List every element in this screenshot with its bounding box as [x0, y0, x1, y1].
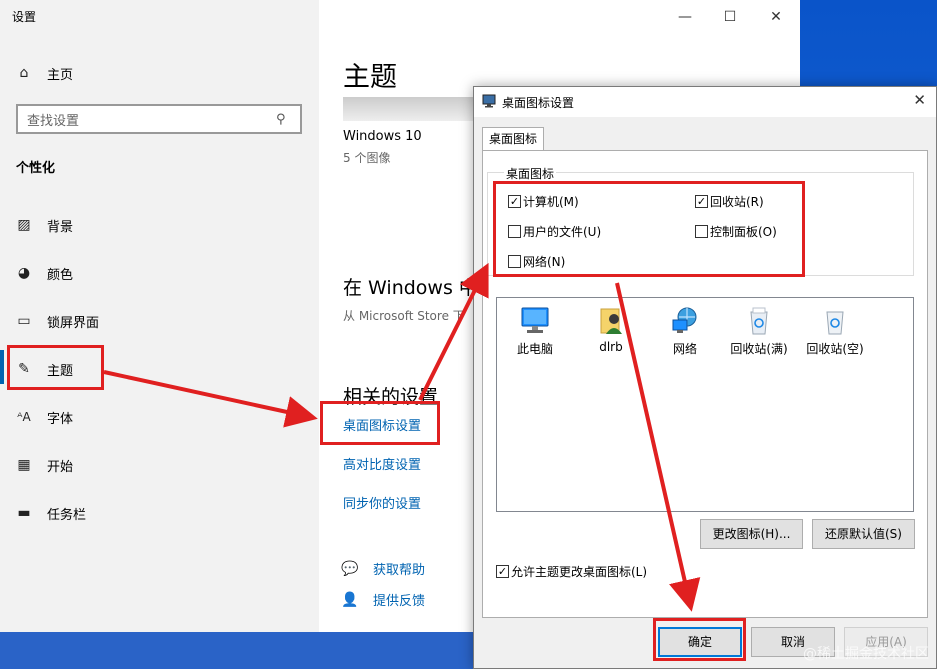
settings-window-title: 设置 — [12, 10, 37, 24]
search-settings-input[interactable]: 查找设置 ⚲ — [16, 104, 302, 134]
nav-fonts[interactable]: ᴬA 字体 — [0, 393, 319, 441]
highlight-themes-nav — [7, 345, 104, 390]
minimize-button[interactable]: — — [671, 6, 699, 28]
theme-image-count: 5 个图像 — [343, 151, 391, 165]
nav-taskbar[interactable]: ▬ 任务栏 — [0, 489, 319, 537]
nav-lockscreen-label: 锁屏界面 — [47, 315, 100, 331]
tab-desktop-icons[interactable]: 桌面图标 — [482, 127, 545, 151]
feedback-person-icon: 👤 — [341, 591, 359, 608]
icon-label: 回收站(满) — [730, 342, 788, 356]
icon-label: 回收站(空) — [806, 342, 864, 356]
network-globe-icon — [672, 307, 697, 333]
store-hint: 从 Microsoft Store 下 — [343, 309, 465, 323]
recycle-bin-empty-icon — [826, 311, 844, 335]
picture-icon: ▨ — [17, 217, 31, 233]
home-icon: ⌂ — [19, 65, 29, 81]
nav-background-label: 背景 — [47, 219, 74, 235]
get-help-row[interactable]: 💬 获取帮助 — [341, 559, 426, 579]
nav-background[interactable]: ▨ 背景 — [0, 201, 319, 249]
lockscreen-icon: ▭ — [17, 313, 31, 329]
nav-taskbar-label: 任务栏 — [47, 507, 87, 523]
icon-list[interactable]: 此电脑 dlrb 网络 回收站(满) 回收站(空) — [496, 297, 914, 512]
close-button[interactable]: ✕ — [762, 6, 790, 28]
nav-colors[interactable]: ◕ 颜色 — [0, 249, 319, 297]
nav-start[interactable]: ▦ 开始 — [0, 441, 319, 489]
high-contrast-link[interactable]: 高对比度设置 — [343, 454, 421, 473]
page-title: 主题 — [343, 62, 397, 93]
dialog-titlebar: 桌面图标设置 ✕ — [474, 87, 936, 117]
this-pc-icon — [521, 307, 549, 333]
icon-label: 网络 — [672, 342, 697, 356]
dialog-close-button[interactable]: ✕ — [913, 91, 926, 109]
palette-icon: ◕ — [17, 265, 31, 281]
nav-home-label: 主页 — [47, 67, 74, 83]
highlight-desktop-icon-link — [320, 401, 440, 445]
user-folder-icon — [600, 308, 622, 334]
nav-home[interactable]: ⌂ 主页 — [0, 49, 319, 97]
settings-sidebar: 设置 ⌂ 主页 查找设置 ⚲ 个性化 ▨ 背景 ◕ 颜色 ▭ 锁屏界面 ✎ 主题… — [0, 0, 319, 632]
watermark: @稀土掘金技术社区 — [803, 646, 929, 662]
nav-colors-label: 颜色 — [47, 267, 74, 283]
nav-fonts-label: 字体 — [47, 411, 74, 427]
allow-themes-checkbox[interactable]: ✓ 允许主题更改桌面图标(L) — [496, 563, 647, 580]
change-icon-button[interactable]: 更改图标(H)... — [700, 519, 803, 549]
font-icon: ᴬA — [17, 410, 31, 424]
section-personalization: 个性化 — [16, 161, 56, 176]
icon-network[interactable]: 网络 — [653, 306, 717, 357]
highlight-checkboxes — [493, 181, 805, 277]
theme-name: Windows 10 — [343, 129, 422, 144]
help-chat-icon: 💬 — [341, 560, 359, 577]
icon-recycle-bin-full[interactable]: 回收站(满) — [727, 306, 791, 357]
icon-this-pc[interactable]: 此电脑 — [503, 306, 567, 357]
get-help-link: 获取帮助 — [373, 563, 426, 578]
start-grid-icon: ▦ — [17, 457, 31, 473]
nav-start-label: 开始 — [47, 459, 74, 475]
nav-lockscreen[interactable]: ▭ 锁屏界面 — [0, 297, 319, 345]
icon-label: dlrb — [599, 340, 623, 354]
maximize-button[interactable]: ☐ — [716, 6, 744, 28]
search-placeholder: 查找设置 — [27, 113, 80, 129]
recycle-bin-full-icon — [750, 307, 768, 335]
dialog-title: 桌面图标设置 — [502, 96, 575, 110]
group-label: 桌面图标 — [504, 165, 557, 182]
icon-recycle-bin-empty[interactable]: 回收站(空) — [803, 306, 867, 357]
feedback-row[interactable]: 👤 提供反馈 — [341, 590, 426, 610]
highlight-ok-button — [653, 618, 746, 661]
sync-settings-link[interactable]: 同步你的设置 — [343, 493, 421, 512]
search-icon: ⚲ — [276, 111, 286, 127]
get-theme-heading: 在 Windows 中 — [343, 277, 478, 299]
icon-label: 此电脑 — [516, 342, 553, 356]
restore-default-button[interactable]: 还原默认值(S) — [812, 519, 915, 549]
feedback-link: 提供反馈 — [373, 594, 426, 609]
checkbox-box: ✓ — [496, 565, 509, 578]
monitor-icon — [482, 94, 496, 108]
taskbar-icon: ▬ — [17, 505, 31, 521]
desktop-icon-settings-dialog: 桌面图标设置 ✕ 桌面图标 桌面图标 ✓ 计算机(M) ✓ 回收站(R) 用户的… — [473, 86, 937, 669]
allow-themes-checkbox-label: 允许主题更改桌面图标(L) — [511, 565, 648, 579]
icon-user-folder[interactable]: dlrb — [579, 306, 643, 354]
